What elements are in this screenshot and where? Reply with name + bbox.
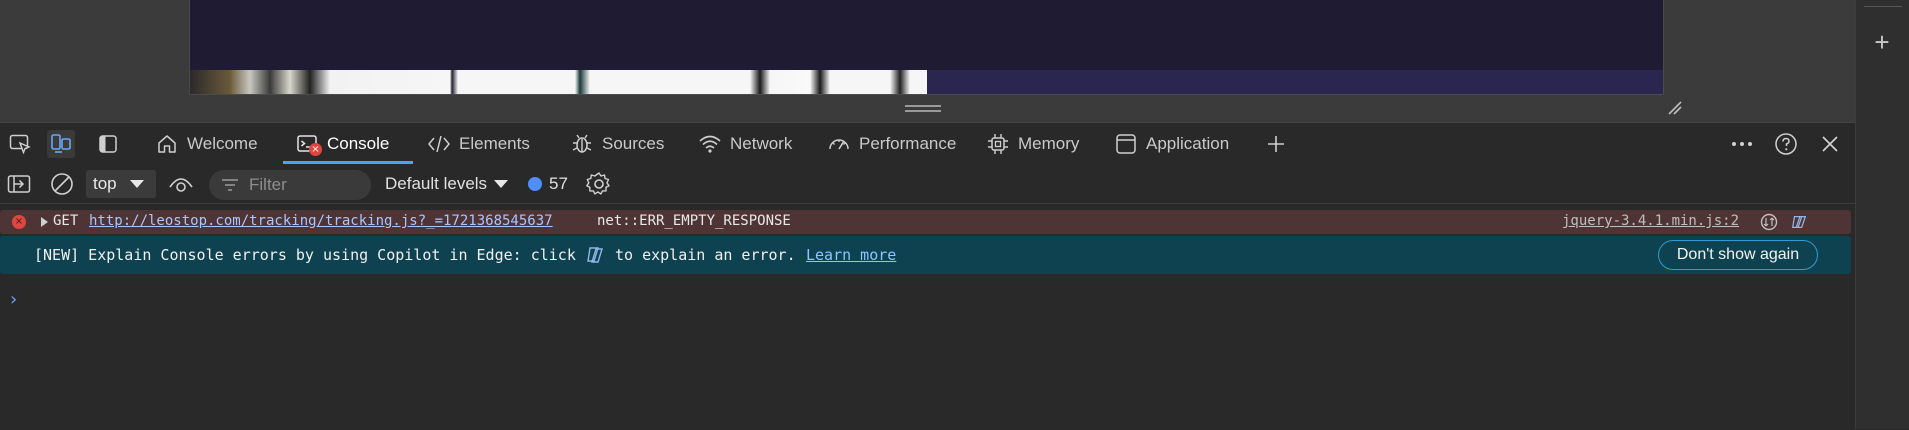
console-error-row[interactable]: × GET http://leostop.com/tracking/tracki… <box>0 210 1851 234</box>
devtools-resize-handle[interactable] <box>905 105 941 112</box>
context-selector-value: top <box>93 174 117 193</box>
dont-show-again-button[interactable]: Don't show again <box>1658 240 1818 270</box>
toggle-sidebar-icon[interactable] <box>94 130 122 158</box>
tab-label: Performance <box>859 133 957 153</box>
expand-triangle-icon[interactable] <box>41 217 48 227</box>
info-text: [NEW] Explain Console errors by using Co… <box>34 246 576 264</box>
home-icon <box>155 132 179 156</box>
devtools-panel: Welcome × Console Elements Sources Netwo… <box>0 122 1855 430</box>
learn-more-link[interactable]: Learn more <box>806 246 896 264</box>
filter-placeholder: Filter <box>249 175 287 194</box>
context-selector[interactable]: top <box>86 170 156 198</box>
tab-console[interactable]: × Console <box>283 123 413 164</box>
tab-memory[interactable]: Memory <box>986 123 1079 164</box>
message-icon <box>528 177 542 191</box>
close-devtools-icon[interactable] <box>1816 130 1844 158</box>
copilot-explain-icon[interactable] <box>1790 213 1808 231</box>
bug-icon <box>570 132 594 156</box>
tab-label: Elements <box>459 133 530 153</box>
request-method: GET <box>53 213 79 229</box>
tab-label: Welcome <box>187 133 258 153</box>
chevron-down-icon <box>129 180 144 188</box>
message-count: 57 <box>549 174 568 193</box>
inspect-element-icon[interactable] <box>6 130 34 158</box>
copilot-icon <box>585 246 605 264</box>
tab-elements[interactable]: Elements <box>427 123 530 164</box>
message-count-badge[interactable]: 57 <box>528 170 568 198</box>
side-panel-divider <box>1864 6 1902 7</box>
live-expression-eye-icon[interactable] <box>168 170 194 198</box>
tab-label: Memory <box>1018 133 1080 153</box>
code-icon <box>427 132 451 156</box>
console-icon: × <box>295 132 322 156</box>
devtools-tab-bar: Welcome × Console Elements Sources Netwo… <box>0 123 1855 166</box>
log-levels-label: Default levels <box>385 174 488 193</box>
tab-sources[interactable]: Sources <box>570 123 664 164</box>
info-text-continued: to explain an error. <box>615 246 796 264</box>
chevron-down-icon <box>494 180 509 188</box>
tab-network[interactable]: Network <box>698 123 792 164</box>
tab-label: Console <box>327 133 390 153</box>
page-photo-strip <box>190 70 927 94</box>
show-console-sidebar-icon[interactable] <box>7 170 31 198</box>
filter-icon <box>222 179 238 191</box>
browser-side-panel: + <box>1855 0 1909 429</box>
page-preview <box>189 0 1664 95</box>
wifi-icon <box>698 132 722 156</box>
more-options-icon[interactable] <box>1728 130 1756 158</box>
console-toolbar: top Filter Default levels 57 <box>0 165 1855 204</box>
tab-application[interactable]: Application <box>1114 123 1229 164</box>
console-prompt-chevron-icon[interactable]: › <box>10 289 17 310</box>
device-emulation-icon[interactable] <box>47 130 75 158</box>
tab-label: Sources <box>602 133 665 153</box>
copilot-info-banner: [NEW] Explain Console errors by using Co… <box>0 236 1851 274</box>
chip-icon <box>986 132 1010 156</box>
more-tools-plus-icon[interactable] <box>1262 130 1290 158</box>
clear-console-icon[interactable] <box>50 170 74 198</box>
error-status: net::ERR_EMPTY_RESPONSE <box>597 213 791 229</box>
tab-welcome[interactable]: Welcome <box>155 123 258 164</box>
tab-performance[interactable]: Performance <box>827 123 956 164</box>
gauge-icon <box>827 132 851 156</box>
help-icon[interactable] <box>1772 130 1800 158</box>
add-side-panel-icon[interactable]: + <box>1868 28 1896 56</box>
console-messages: × GET http://leostop.com/tracking/tracki… <box>0 203 1855 430</box>
network-request-icon[interactable] <box>1760 213 1778 231</box>
request-url-link[interactable]: http://leostop.com/tracking/tracking.js?… <box>89 213 553 229</box>
page-viewport <box>0 0 1855 122</box>
source-location-link[interactable]: jquery-3.4.1.min.js:2 <box>1562 213 1739 229</box>
window-icon <box>1114 132 1138 156</box>
console-settings-gear-icon[interactable] <box>586 170 612 198</box>
console-filter-input[interactable]: Filter <box>209 170 371 200</box>
error-icon: × <box>12 215 26 229</box>
tab-label: Network <box>730 133 793 153</box>
log-levels-dropdown[interactable]: Default levels <box>385 170 509 198</box>
console-error-badge: × <box>309 142 322 156</box>
viewport-resize-corner-icon[interactable] <box>1665 98 1683 116</box>
tab-label: Application <box>1146 133 1230 153</box>
